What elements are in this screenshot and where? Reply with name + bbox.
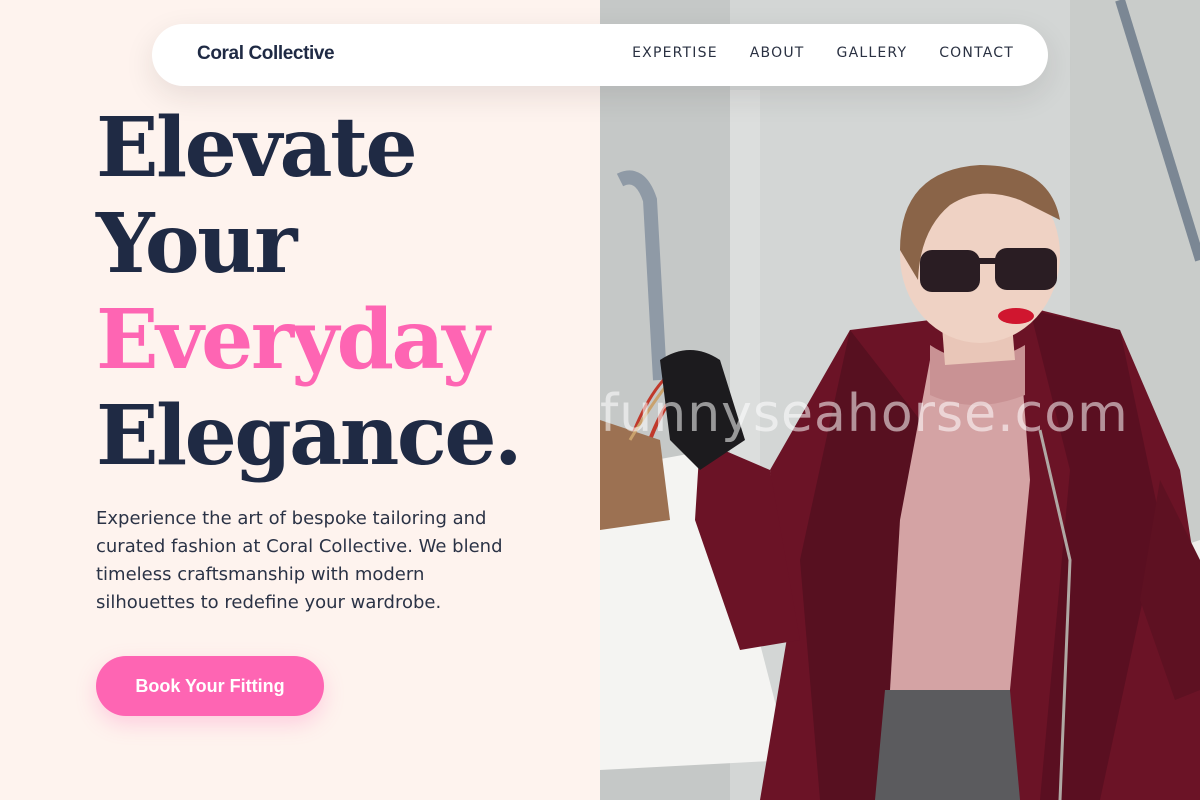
headline-line-accent: Everyday bbox=[96, 292, 490, 388]
hero-description: Experience the art of bespoke tailoring … bbox=[96, 508, 503, 613]
nav-link-about[interactable]: ABOUT bbox=[750, 45, 805, 61]
nav-link-contact[interactable]: CONTACT bbox=[939, 45, 1014, 61]
book-fitting-button[interactable]: Book Your Fitting bbox=[96, 656, 324, 716]
nav-links: EXPERTISE ABOUT GALLERY CONTACT bbox=[632, 45, 1014, 61]
brand-logo[interactable]: Coral Collective bbox=[197, 43, 335, 65]
hero-page: funnyseahorse.com Coral Collective EXPER… bbox=[0, 0, 1200, 800]
hero-headline: Elevate Your Everyday Elegance. bbox=[96, 100, 523, 484]
nav-link-expertise[interactable]: EXPERTISE bbox=[632, 45, 718, 61]
headline-line-4: Elegance. bbox=[96, 388, 523, 484]
headline-line-2: Your bbox=[96, 196, 297, 292]
navbar: Coral Collective EXPERTISE ABOUT GALLERY… bbox=[152, 24, 1048, 86]
nav-link-gallery[interactable]: GALLERY bbox=[837, 45, 908, 61]
headline-line-1: Elevate bbox=[96, 100, 418, 196]
hero-photo: funnyseahorse.com bbox=[600, 0, 1200, 800]
